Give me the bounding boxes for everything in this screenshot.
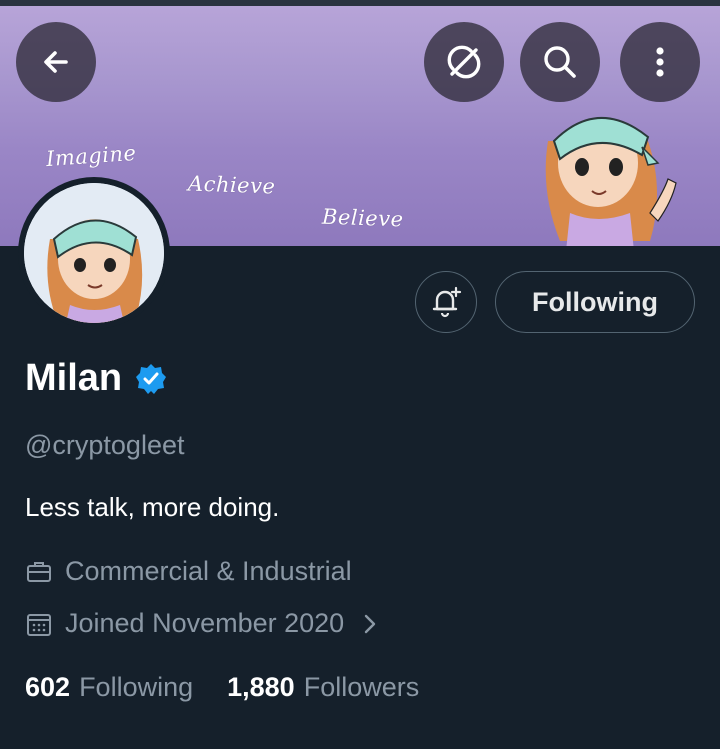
profile-category: Commercial & Industrial xyxy=(25,556,352,587)
grok-button[interactable] xyxy=(424,22,504,102)
following-label: Following xyxy=(79,672,194,702)
followers-count: 1,880 xyxy=(227,672,295,702)
bell-plus-icon xyxy=(432,286,462,318)
banner-word-achieve: Achieve xyxy=(187,171,276,199)
briefcase-icon xyxy=(25,558,53,586)
category-label: Commercial & Industrial xyxy=(65,556,352,586)
profile-avatar[interactable] xyxy=(18,177,170,329)
profile-bio: Less talk, more doing. xyxy=(25,492,280,522)
back-arrow-icon xyxy=(44,51,68,73)
display-name: Milan xyxy=(25,357,123,399)
banner-word-believe: Believe xyxy=(321,204,404,232)
avatar-illustration xyxy=(24,183,164,323)
followers-stat[interactable]: 1,880 Followers xyxy=(227,672,419,703)
name-row: Milan xyxy=(25,357,168,400)
search-button[interactable] xyxy=(520,22,600,102)
joined-label: Joined November 2020 xyxy=(65,608,345,638)
calendar-icon xyxy=(25,610,53,638)
following-count: 602 xyxy=(25,672,71,702)
avatar-image xyxy=(24,183,164,323)
profile-joined[interactable]: Joined November 2020 xyxy=(25,608,378,639)
following-button[interactable]: Following xyxy=(495,271,695,333)
grok-icon xyxy=(447,45,481,79)
more-button[interactable] xyxy=(620,22,700,102)
more-vertical-icon xyxy=(656,47,664,77)
chevron-right-icon xyxy=(362,613,378,635)
profile-stats: 602 Following 1,880 Followers xyxy=(25,672,419,703)
notify-button[interactable] xyxy=(415,271,477,333)
profile-handle: @cryptogleet xyxy=(25,430,185,460)
followers-label: Followers xyxy=(303,672,420,702)
banner-character-illustration xyxy=(545,116,677,246)
banner-word-imagine: Imagine xyxy=(45,140,138,172)
verified-badge-icon xyxy=(134,362,168,396)
following-stat[interactable]: 602 Following xyxy=(25,672,193,703)
search-icon xyxy=(544,46,576,78)
back-button[interactable] xyxy=(16,22,96,102)
